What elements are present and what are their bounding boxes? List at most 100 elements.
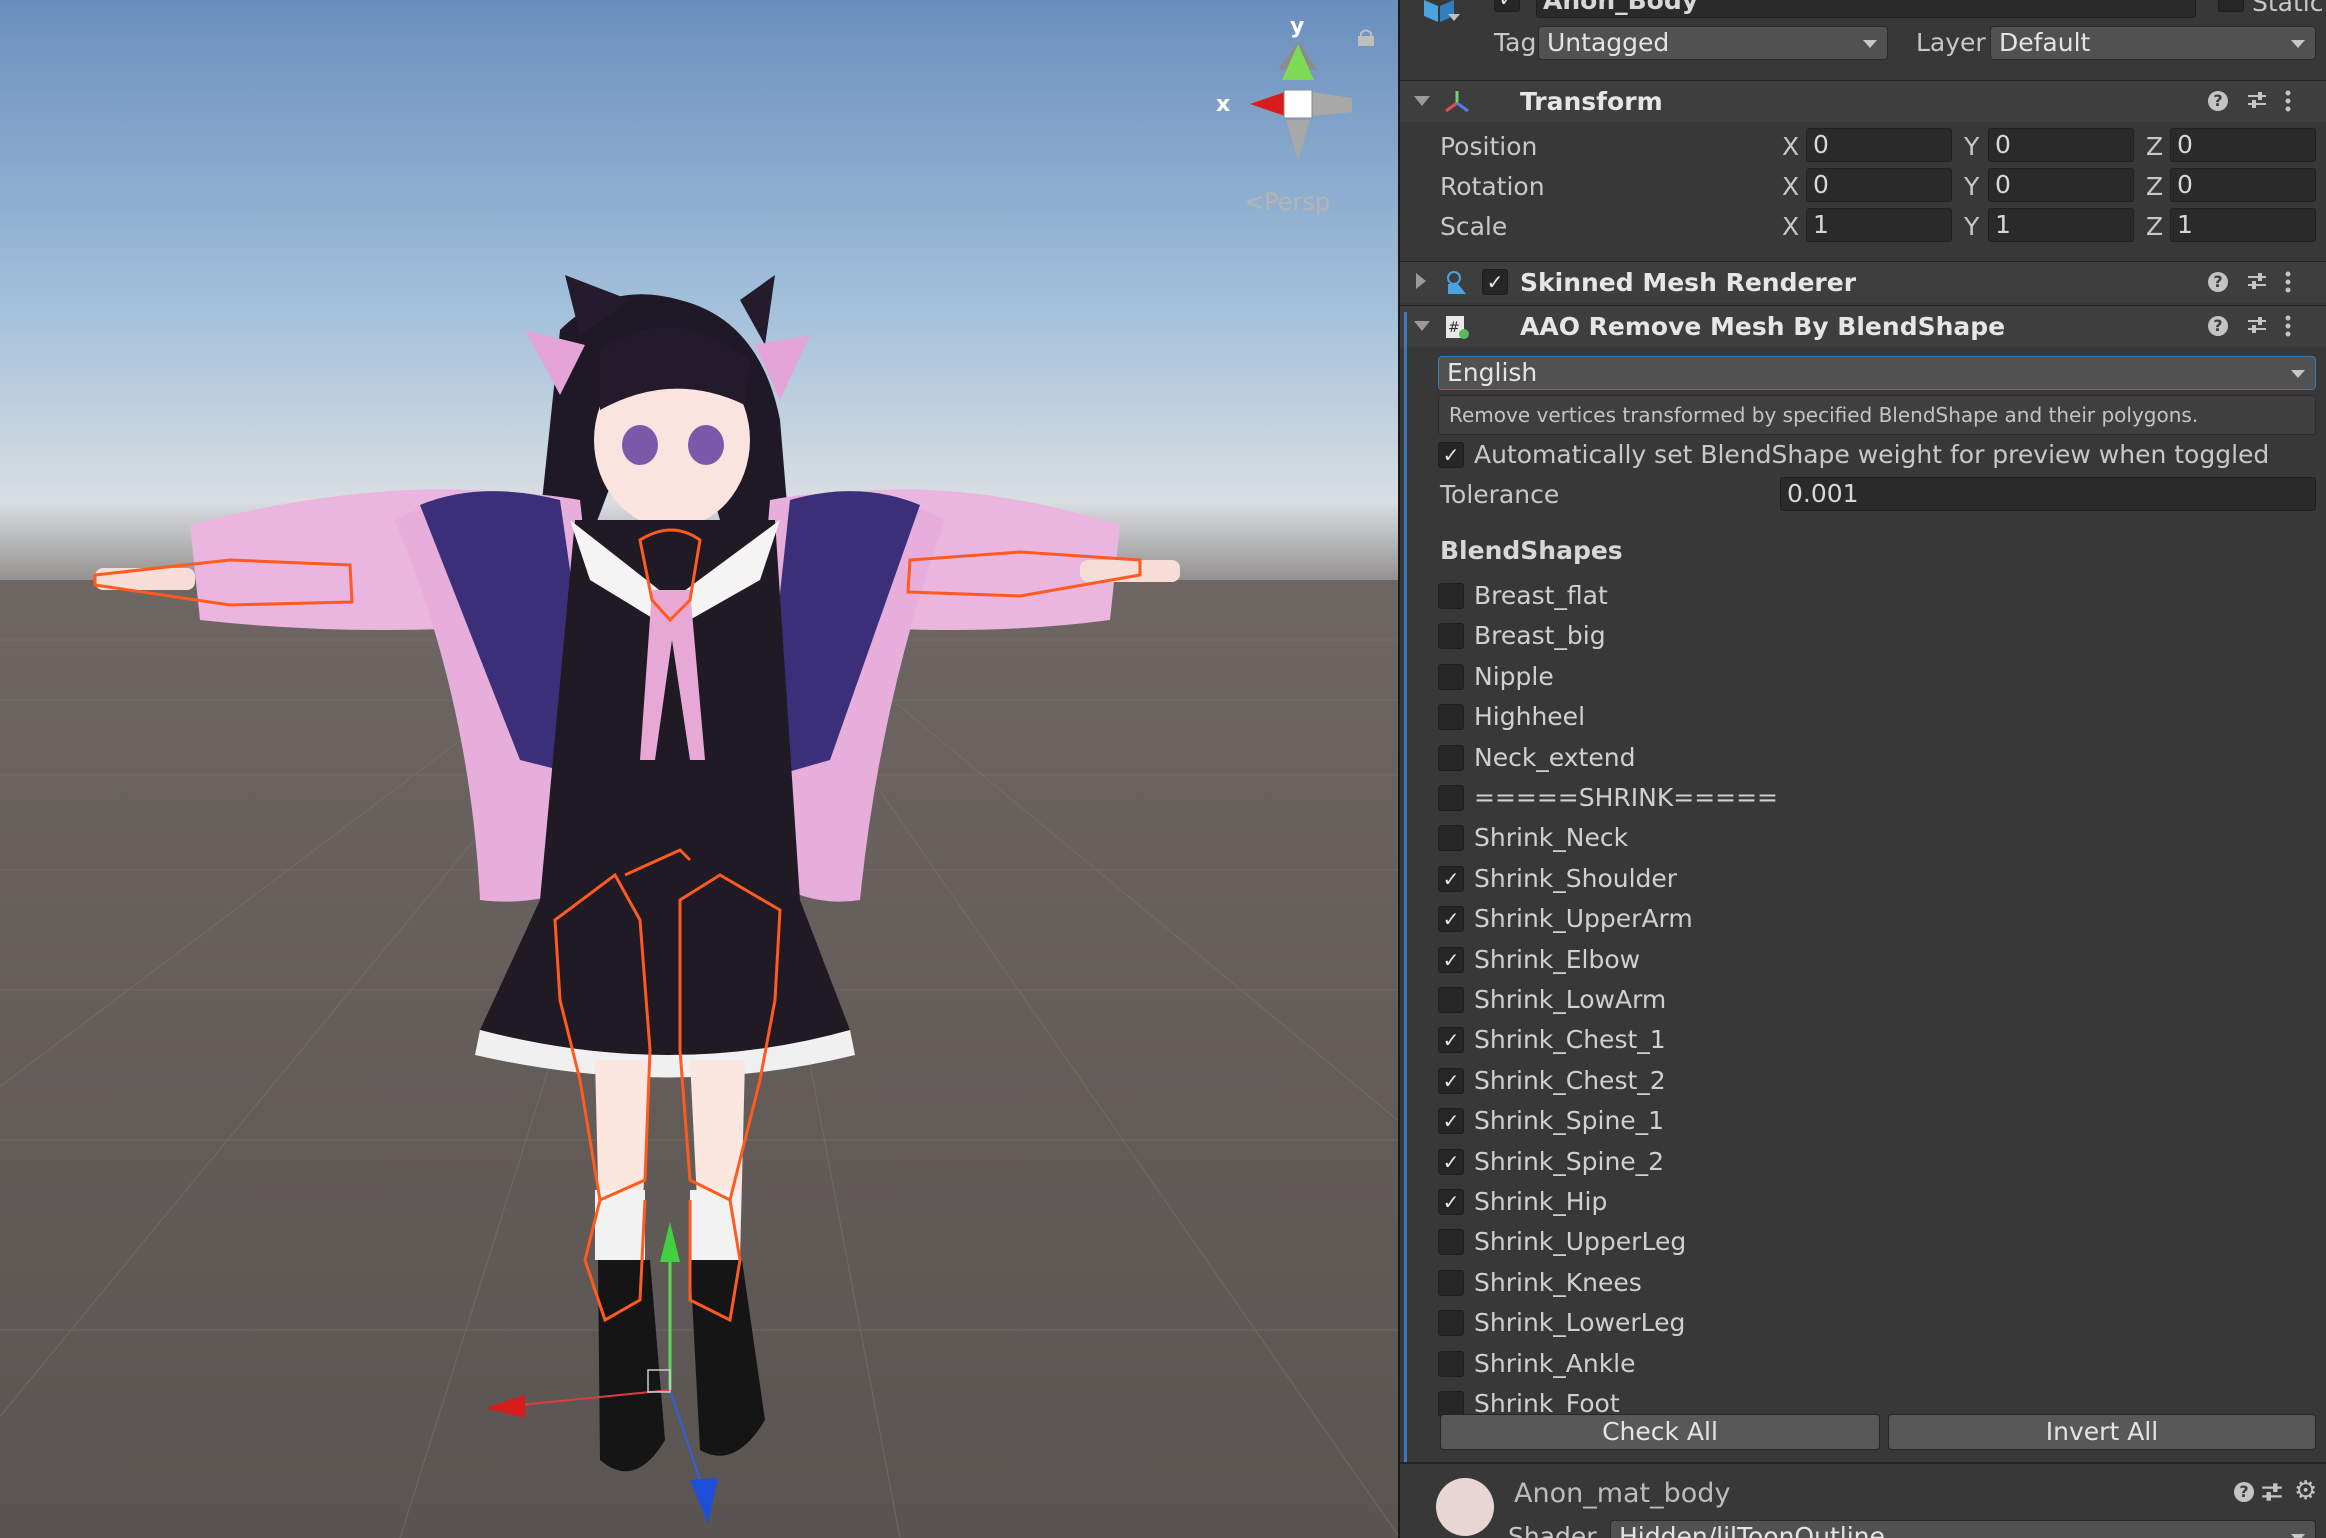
foldout-arrow-icon[interactable] [1416, 273, 1426, 289]
blendshape-checkbox[interactable] [1438, 663, 1464, 690]
blendshape-label[interactable]: Shrink_Hip [1474, 1187, 1607, 1216]
blendshape-checkbox[interactable] [1438, 583, 1464, 609]
skinned-mesh-icon [1447, 271, 1466, 294]
gear-icon[interactable]: ⚙ [2294, 1476, 2317, 1506]
blendshape-checkbox[interactable]: ✓ [1438, 946, 1464, 973]
blendshape-label[interactable]: Shrink_Shoulder [1474, 864, 1677, 893]
lock-icon[interactable] [1356, 28, 1376, 46]
axis-x-label[interactable]: X [1782, 212, 1799, 241]
blendshape-label[interactable]: Shrink_Spine_1 [1474, 1106, 1664, 1135]
scene-viewport[interactable] [0, 0, 1398, 1538]
blendshape-checkbox[interactable]: ✓ [1438, 865, 1464, 892]
presets-icon[interactable] [2246, 314, 2268, 336]
skinned-mesh-renderer-header[interactable]: ✓ Skinned Mesh Renderer ? [1400, 261, 2326, 303]
blendshape-checkbox[interactable] [1438, 785, 1464, 811]
blendshape-label[interactable]: Shrink_Chest_2 [1474, 1066, 1666, 1095]
blendshape-label[interactable]: Shrink_UpperLeg [1474, 1227, 1686, 1256]
blendshape-checkbox[interactable] [1438, 744, 1464, 771]
blendshape-checkbox[interactable] [1438, 825, 1464, 852]
blendshape-checkbox[interactable]: ✓ [1438, 906, 1464, 933]
presets-icon[interactable] [2260, 1480, 2284, 1504]
help-icon[interactable]: ? [2234, 1482, 2254, 1502]
blendshape-checkbox[interactable] [1438, 1310, 1464, 1337]
gizmo-y-label[interactable]: y [1290, 14, 1304, 39]
tolerance-field[interactable]: 0.001 [1780, 477, 2316, 511]
material-preview-icon[interactable] [1436, 1478, 1494, 1536]
axis-y-label[interactable]: Y [1964, 212, 1979, 241]
blendshape-checkbox[interactable] [1438, 1350, 1464, 1377]
tag-dropdown[interactable]: Untagged [1538, 26, 1888, 60]
blendshape-label[interactable]: Shrink_LowArm [1474, 985, 1666, 1014]
blendshape-checkbox[interactable]: ✓ [1438, 1148, 1464, 1175]
chevron-down-icon[interactable] [1448, 14, 1462, 21]
axis-x-label[interactable]: X [1782, 132, 1799, 161]
blendshape-label[interactable]: Highheel [1474, 702, 1585, 731]
rotation-z-field[interactable]: 0 [2170, 168, 2316, 202]
blendshape-checkbox[interactable] [1438, 1229, 1464, 1256]
blendshape-checkbox[interactable] [1438, 1269, 1464, 1296]
axis-y-label[interactable]: Y [1964, 132, 1979, 161]
invert-all-button[interactable]: Invert All [1888, 1414, 2316, 1450]
check-all-button[interactable]: Check All [1440, 1414, 1880, 1450]
axis-z-label[interactable]: Z [2146, 172, 2163, 201]
scale-z-field[interactable]: 1 [2170, 208, 2316, 242]
axis-x-label[interactable]: X [1782, 172, 1799, 201]
blendshape-label[interactable]: Shrink_Knees [1474, 1268, 1642, 1297]
rotation-y-field[interactable]: 0 [1988, 168, 2134, 202]
foldout-arrow-icon[interactable] [1414, 321, 1430, 331]
transform-header[interactable]: Transform ? [1400, 80, 2326, 122]
blendshape-label[interactable]: Shrink_Ankle [1474, 1349, 1636, 1378]
blendshape-checkbox[interactable]: ✓ [1438, 1027, 1464, 1054]
skinned-mesh-enabled-checkbox[interactable]: ✓ [1482, 269, 1508, 295]
axis-z-label[interactable]: Z [2146, 212, 2163, 241]
presets-icon[interactable] [2246, 89, 2268, 111]
auto-preview-checkbox[interactable]: ✓ [1438, 442, 1464, 468]
scale-x-field[interactable]: 1 [1806, 208, 1952, 242]
scale-y-field[interactable]: 1 [1988, 208, 2134, 242]
blendshape-checkbox[interactable] [1438, 623, 1464, 650]
blendshape-checkbox[interactable]: ✓ [1438, 1108, 1464, 1135]
axis-y-label[interactable]: Y [1964, 172, 1979, 201]
presets-icon[interactable] [2246, 270, 2268, 292]
blendshape-label[interactable]: Neck_extend [1474, 743, 1635, 772]
projection-toggle[interactable]: <Persp [1244, 188, 1330, 216]
blendshape-checkbox[interactable]: ✓ [1438, 1067, 1464, 1094]
scene-view[interactable]: y x <Persp [0, 0, 1398, 1538]
blendshapes-heading: BlendShapes [1440, 536, 1623, 565]
position-z-field[interactable]: 0 [2170, 128, 2316, 162]
blendshape-label[interactable]: =====SHRINK===== [1474, 783, 1778, 812]
blendshape-checkbox[interactable]: ✓ [1438, 1189, 1464, 1215]
help-icon[interactable]: ? [2208, 91, 2228, 111]
language-dropdown[interactable]: English [1438, 356, 2316, 390]
blendshape-label[interactable]: Breast_flat [1474, 581, 1608, 610]
static-checkbox[interactable] [2218, 0, 2244, 12]
blendshape-label[interactable]: Shrink_UpperArm [1474, 904, 1693, 933]
blendshape-checkbox[interactable] [1438, 704, 1464, 731]
aao-component-header[interactable]: # AAO Remove Mesh By BlendShape ? [1400, 305, 2326, 347]
rotation-x-field[interactable]: 0 [1806, 168, 1952, 202]
gameobject-active-checkbox[interactable]: ✓ [1494, 0, 1520, 12]
kebab-menu-icon[interactable] [2284, 314, 2292, 338]
blendshape-label[interactable]: Shrink_LowerLeg [1474, 1308, 1685, 1337]
blendshape-label[interactable]: Breast_big [1474, 621, 1606, 650]
blendshape-label[interactable]: Shrink_Spine_2 [1474, 1147, 1664, 1176]
blendshape-label[interactable]: Shrink_Chest_1 [1474, 1025, 1666, 1054]
kebab-menu-icon[interactable] [2284, 89, 2292, 113]
axis-z-label[interactable]: Z [2146, 132, 2163, 161]
blendshape-label[interactable]: Shrink_Elbow [1474, 945, 1640, 974]
help-icon[interactable]: ? [2208, 272, 2228, 292]
shader-dropdown[interactable]: Hidden/lilToonOutline [1610, 1520, 2316, 1538]
position-x-field[interactable]: 0 [1806, 128, 1952, 162]
layer-dropdown[interactable]: Default [1990, 26, 2316, 60]
blendshape-label[interactable]: Shrink_Neck [1474, 823, 1628, 852]
blendshape-checkbox[interactable] [1438, 987, 1464, 1013]
auto-preview-label[interactable]: Automatically set BlendShape weight for … [1474, 440, 2269, 469]
gizmo-x-label[interactable]: x [1216, 92, 1230, 117]
help-box: Remove vertices transformed by specified… [1438, 395, 2316, 435]
position-y-field[interactable]: 0 [1988, 128, 2134, 162]
gameobject-name-field[interactable]: Anon_Body [1536, 0, 2196, 18]
help-icon[interactable]: ? [2208, 316, 2228, 336]
blendshape-label[interactable]: Nipple [1474, 662, 1554, 691]
kebab-menu-icon[interactable] [2284, 270, 2292, 294]
foldout-arrow-icon[interactable] [1414, 96, 1430, 106]
